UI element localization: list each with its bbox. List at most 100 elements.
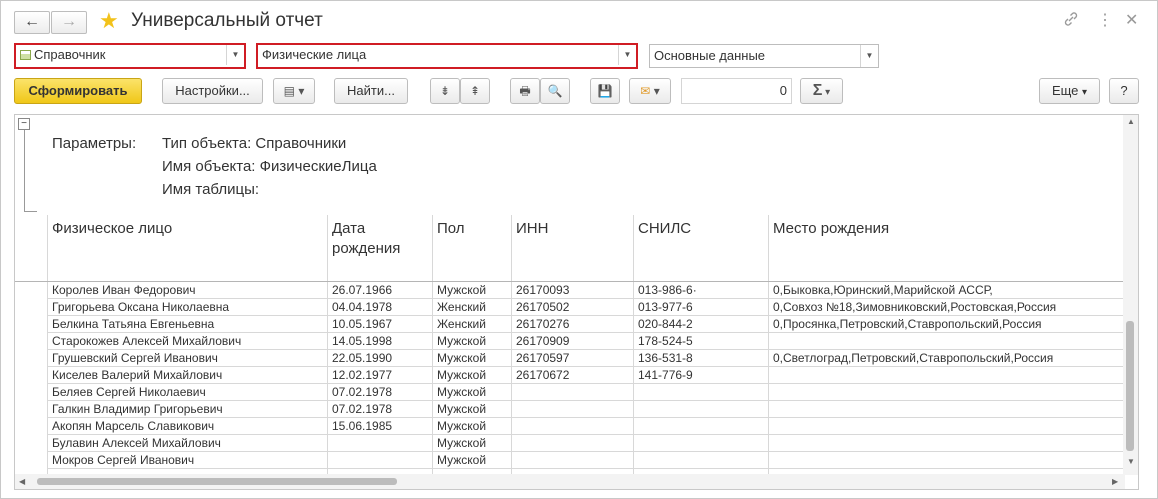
table-cell[interactable]: 013-986-6·	[638, 282, 703, 298]
forward-button[interactable]: →	[51, 11, 87, 34]
table-cell[interactable]: Мужской	[437, 384, 512, 400]
chevron-down-icon[interactable]: ▼	[860, 45, 878, 67]
scroll-down-icon[interactable]: ▼	[1127, 457, 1135, 466]
table-cell[interactable]: Мужской	[437, 435, 512, 451]
expand-groups-button[interactable]: ⇞	[460, 78, 490, 104]
horizontal-scrollbar[interactable]: ◀ ▶	[15, 474, 1125, 489]
column-header-birth-date[interactable]: Дата рождения	[332, 219, 422, 259]
table-row[interactable]: Киселев Валерий Михайлович 12.02.1977 Мужс…	[48, 367, 1128, 384]
print-preview-button[interactable]: 🔍	[540, 78, 570, 104]
table-cell[interactable]: 0,Быковка,Юринский,Марийской АССР,	[773, 282, 1138, 298]
table-cell[interactable]: 04.04.1978	[332, 299, 432, 315]
table-cell[interactable]: 10.05.1967	[332, 316, 432, 332]
horizontal-scroll-thumb[interactable]	[37, 478, 397, 485]
table-cell[interactable]: Григорьева Оксана Николаевна	[52, 299, 327, 315]
column-header-sex[interactable]: Пол	[437, 219, 465, 239]
chevron-down-icon[interactable]: ▼	[618, 45, 636, 65]
table-cell[interactable]: 07.02.1978	[332, 401, 432, 417]
table-row[interactable]: Акопян Марсель Славикович 15.06.1985 Мужск…	[48, 418, 1128, 435]
sum-button[interactable]: Σ ▾	[800, 78, 843, 104]
table-cell[interactable]: 020-844-2	[638, 316, 703, 332]
table-cell[interactable]: 136-531-8	[638, 350, 703, 366]
chevron-down-icon[interactable]: ▼	[226, 45, 244, 65]
favorite-star-icon[interactable]: ★	[99, 9, 119, 33]
print-button[interactable]: 🖶	[510, 78, 540, 104]
scroll-up-icon[interactable]: ▲	[1127, 117, 1135, 126]
table-cell[interactable]: Мужской	[437, 282, 512, 298]
table-cell[interactable]: Мужской	[437, 367, 512, 383]
link-icon[interactable]	[1063, 11, 1079, 33]
help-button[interactable]: ?	[1109, 78, 1139, 104]
table-cell[interactable]: 15.06.1985	[332, 418, 432, 434]
settings-button[interactable]: Настройки...	[162, 78, 263, 104]
variants-button[interactable]: ▤ ▾	[273, 78, 315, 104]
scroll-left-icon[interactable]: ◀	[19, 477, 25, 486]
collapse-groups-button[interactable]: ⇟	[430, 78, 460, 104]
table-row[interactable]: Старокожев Алексей Михайлович 14.05.1998 М…	[48, 333, 1128, 350]
table-row[interactable]: Галкин Владимир Григорьевич 07.02.1978 Муж…	[48, 401, 1128, 418]
table-cell[interactable]: Мужской	[437, 401, 512, 417]
table-cell[interactable]: Королев Иван Федорович	[52, 282, 327, 298]
table-cell[interactable]: Мужской	[437, 333, 512, 349]
table-cell[interactable]: Женский	[437, 316, 512, 332]
table-cell[interactable]: Галкин Владимир Григорьевич	[52, 401, 327, 417]
more-button[interactable]: Еще ▾	[1039, 78, 1100, 104]
save-button[interactable]: 💾	[590, 78, 620, 104]
back-button[interactable]: ←	[14, 11, 50, 34]
table-cell[interactable]: Булавин Алексей Михайлович	[52, 435, 327, 451]
table-cell[interactable]: Грушевский Сергей Иванович	[52, 350, 327, 366]
table-cell[interactable]: Беляев Сергей Николаевич	[52, 384, 327, 400]
table-cell[interactable]: Акопян Марсель Славикович	[52, 418, 327, 434]
table-name-select[interactable]: Основные данные ▼	[649, 44, 879, 68]
amount-field[interactable]: 0	[681, 78, 792, 104]
table-cell[interactable]: 26170597	[516, 350, 634, 366]
vertical-scroll-thumb[interactable]	[1126, 321, 1134, 451]
table-cell[interactable]: 26170093	[516, 282, 634, 298]
table-cell[interactable]: 0,Просянка,Петровский,Ставропольский,Рос…	[773, 316, 1138, 332]
table-cell[interactable]: 26170502	[516, 299, 634, 315]
table-cell[interactable]: Мужской	[437, 418, 512, 434]
close-icon[interactable]: ✕	[1125, 11, 1138, 31]
send-email-button[interactable]: ✉ ▾	[629, 78, 671, 104]
table-row[interactable]: Григорьева Оксана Николаевна 04.04.1978 Же…	[48, 299, 1128, 316]
more-menu-icon[interactable]: ⋮	[1097, 11, 1113, 31]
generate-button[interactable]: Сформировать	[14, 78, 142, 104]
find-button[interactable]: Найти...	[334, 78, 408, 104]
collapse-group-icon[interactable]: −	[18, 118, 30, 130]
table-cell[interactable]: Мокров Сергей Иванович	[52, 452, 327, 468]
scroll-right-icon[interactable]: ▶	[1112, 477, 1118, 486]
table-cell[interactable]: Старокожев Алексей Михайлович	[52, 333, 327, 349]
column-header-birth-place[interactable]: Место рождения	[773, 219, 889, 239]
table-cell[interactable]: 013-977-6	[638, 299, 703, 315]
table-row[interactable]: Беляев Сергей Николаевич 07.02.1978 Мужско…	[48, 384, 1128, 401]
vertical-scrollbar[interactable]: ▲ ▼	[1123, 115, 1138, 475]
table-cell[interactable]: Мужской	[437, 452, 512, 468]
table-cell[interactable]: 22.05.1990	[332, 350, 432, 366]
object-name-select[interactable]: Физические лица ▼	[256, 43, 638, 69]
column-header-inn[interactable]: ИНН	[516, 219, 548, 239]
table-row[interactable]: Булавин Алексей Михайлович Мужской	[48, 435, 1128, 452]
column-header-person[interactable]: Физическое лицо	[52, 219, 172, 239]
table-cell[interactable]: 12.02.1977	[332, 367, 432, 383]
column-header-snils[interactable]: СНИЛС	[638, 219, 691, 239]
table-cell[interactable]: 0,Совхоз №18,Зимовниковский,Ростовская,Р…	[773, 299, 1138, 315]
object-type-select[interactable]: Справочник ▼	[14, 43, 246, 69]
table-cell[interactable]: Женский	[437, 299, 512, 315]
table-cell[interactable]: Киселев Валерий Михайлович	[52, 367, 327, 383]
table-cell[interactable]: 0,Светлоград,Петровский,Ставропольский,Р…	[773, 350, 1138, 366]
table-cell[interactable]: Белкина Татьяна Евгеньевна	[52, 316, 327, 332]
table-cell[interactable]: Мужской	[437, 350, 512, 366]
table-cell[interactable]: 07.02.1978	[332, 384, 432, 400]
table-row[interactable]: Белкина Татьяна Евгеньевна 10.05.1967 Женс…	[48, 316, 1128, 333]
table-cell[interactable]: 26170909	[516, 333, 634, 349]
table-row[interactable]: Королев Иван Федорович 26.07.1966 Мужской 2…	[48, 282, 1128, 299]
table-cell[interactable]: 26170672	[516, 367, 634, 383]
report-spreadsheet[interactable]: − Параметры: Тип объекта: Справочники Им…	[14, 114, 1139, 490]
table-cell[interactable]: 14.05.1998	[332, 333, 432, 349]
table-row[interactable]: Грушевский Сергей Иванович 22.05.1990 Мужс…	[48, 350, 1128, 367]
table-cell[interactable]: 141-776-9	[638, 367, 703, 383]
table-row[interactable]: Мокров Сергей Иванович Мужской	[48, 452, 1128, 469]
table-cell[interactable]: 178-524-5	[638, 333, 703, 349]
table-cell[interactable]: 26.07.1966	[332, 282, 432, 298]
table-cell[interactable]: 26170276	[516, 316, 634, 332]
